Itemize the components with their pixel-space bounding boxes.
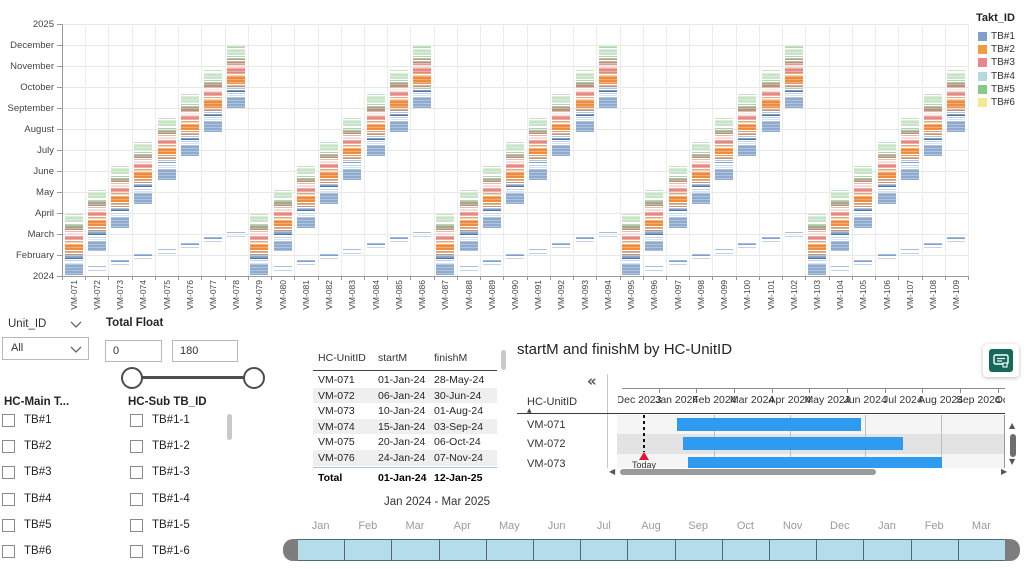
timeline-segment[interactable]: [297, 539, 346, 561]
gantt-hscroll-left-icon[interactable]: ◀: [609, 467, 615, 476]
gantt-vscroll-up-icon[interactable]: ▲: [1009, 421, 1015, 430]
gantt-vscroll-thumb[interactable]: [1010, 434, 1016, 457]
timeline-month-label: May: [499, 520, 520, 532]
gantt-vscroll-down-icon[interactable]: ▼: [1009, 457, 1015, 466]
gantt-axis-tick: [997, 388, 999, 393]
gantt-bar-VM-072[interactable]: [682, 437, 903, 451]
timeline-segment[interactable]: [769, 539, 818, 561]
powerbi-dashboard: 2024 February March April May June July August S…: [0, 0, 1024, 569]
gantt-axis-tick: [884, 388, 886, 393]
gantt-month-labels: Dec 2023 Jan 2024 Feb 2024 Mar 2024 Apr 2024…: [618, 394, 1005, 409]
timeline-month-labels: Jan Feb Mar Apr May Jun Jul Aug Sep Oct Nov Dec Jan F…: [0, 520, 1024, 536]
timeline-segment[interactable]: [910, 539, 959, 561]
timeline-month-label: Jan: [878, 520, 896, 532]
timeline-month-label: Feb: [924, 520, 944, 532]
timeline-segment[interactable]: [957, 539, 1006, 561]
gantt-hscroll-right-icon[interactable]: ▶: [1001, 467, 1007, 476]
timeline-segment[interactable]: [391, 539, 440, 561]
timeline-month-label: Sep: [688, 520, 708, 532]
gantt-hscroll-thumb[interactable]: [620, 469, 876, 475]
gantt-axis-tick: [658, 388, 660, 393]
timeline-segment[interactable]: [674, 539, 723, 561]
gantt-axis-tick: [771, 388, 773, 393]
gantt-row-label: VM-073: [527, 457, 566, 468]
gantt-axis-line: [622, 388, 1005, 389]
timeline-slicer: Jan 2024 - Mar 2025 Jan Feb Mar Apr May Jun Ju…: [0, 490, 1024, 569]
gantt-axis-tick: [847, 388, 848, 393]
today-marker-line: [643, 415, 645, 452]
timeline-segment[interactable]: [816, 539, 865, 561]
timeline-range-label: Jan 2024 - Mar 2025: [383, 496, 491, 508]
timeline-segment[interactable]: [485, 539, 534, 561]
timeline-handle-right[interactable]: [1005, 539, 1020, 561]
timeline-month-label: Dec: [830, 520, 850, 532]
timeline-month-label: Feb: [358, 520, 378, 532]
timeline-month-label: Mar: [971, 520, 991, 532]
timeline-track: [0, 539, 1024, 563]
gantt-row-labels: VM-071 VM-072 VM-073: [517, 415, 607, 468]
timeline-segment[interactable]: [580, 539, 629, 561]
timeline-month-label: Jan: [311, 520, 330, 532]
timeline-month-label: Jul: [596, 520, 611, 532]
timeline-segment[interactable]: [438, 539, 487, 561]
gantt-axis-tick: [922, 388, 924, 393]
gantt-header-underline: [517, 413, 1005, 414]
timeline-segment[interactable]: [721, 539, 770, 561]
gantt-axis-tick: [696, 388, 698, 393]
timeline-month-label: Nov: [782, 520, 803, 532]
timeline-month-label: Apr: [453, 520, 471, 532]
gantt-month-label: Jul 2024: [883, 394, 923, 406]
gantt-month-label: Jun 2024: [843, 394, 887, 406]
gantt-bar-VM-071[interactable]: [676, 418, 862, 431]
gantt-rows-area: [617, 415, 1005, 468]
timeline-segment[interactable]: [863, 539, 912, 561]
gantt-visual: startM and finishM by HC-UnitID « HC-Uni…: [0, 0, 1024, 495]
timeline-segment[interactable]: [627, 539, 676, 561]
timeline-month-label: Aug: [641, 520, 661, 532]
timeline-month-label: Oct: [736, 520, 754, 532]
timeline-month-label: Mar: [405, 520, 425, 532]
today-marker-arrow-icon: [639, 452, 649, 460]
gantt-bar-VM-073[interactable]: [688, 456, 942, 468]
gantt-axis-tick: [809, 388, 811, 393]
timeline-month-label: Jun: [547, 520, 566, 532]
timeline-segment[interactable]: [344, 539, 393, 561]
gantt-axis-tick: [960, 388, 962, 393]
gantt-right-border: [1004, 415, 1005, 468]
gantt-row-label: VM-072: [527, 438, 566, 451]
timeline-handle-left[interactable]: [283, 539, 298, 561]
gantt-row-label: VM-071: [527, 419, 566, 431]
gantt-month-label: Oct 2024: [994, 394, 1005, 406]
timeline-segment[interactable]: [533, 539, 582, 561]
gantt-axis-tick: [733, 388, 735, 393]
